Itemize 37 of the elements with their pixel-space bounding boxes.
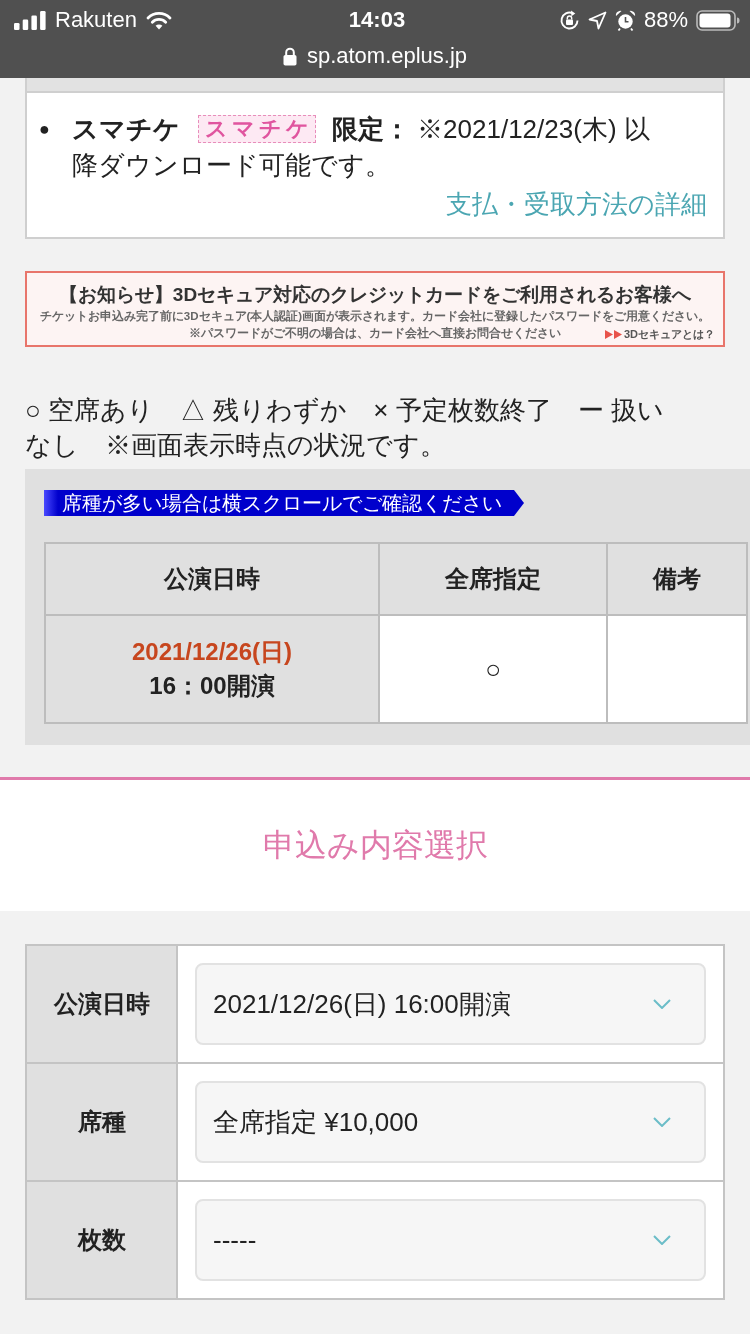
dropdown-field[interactable]: ----- bbox=[195, 1199, 706, 1281]
lock-icon bbox=[282, 46, 297, 66]
battery-percentage: 88% bbox=[643, 7, 688, 33]
availability-legend: ○ 空席あり △ 残りわずか × 予定枚数終了 ー 扱いなし ※画面表示時点の状況です。 bbox=[25, 393, 679, 463]
notice-text: チケットお申込み完了前に3Dセキュア(本人認証)画面が表示されます。カード会社に登録したパスワードをご用意ください。 bbox=[38, 308, 712, 325]
location-arrow-icon bbox=[587, 10, 607, 30]
field-label: 公演日時 bbox=[27, 946, 178, 1064]
field-label: 枚数 bbox=[27, 1182, 178, 1298]
performance-date: 2021/12/26(日) bbox=[130, 637, 294, 667]
chevron-down-icon bbox=[653, 1235, 671, 1245]
list-bullet: ● bbox=[39, 118, 50, 141]
seat-status-cell: ○ bbox=[379, 615, 607, 723]
chevron-down-icon bbox=[653, 999, 671, 1009]
page-url: sp.atom.eplus.jp bbox=[306, 43, 468, 69]
rotation-lock-icon bbox=[558, 9, 580, 31]
alarm-clock-icon bbox=[614, 9, 636, 31]
column-header: 公演日時 bbox=[45, 543, 379, 615]
column-header: 備考 bbox=[607, 543, 747, 615]
signal-bars-icon bbox=[14, 10, 46, 30]
column-header: 全席指定 bbox=[379, 543, 607, 615]
scroll-hint-banner: 席種が多い場合は横スクロールでご確認ください bbox=[44, 490, 524, 516]
dropdown-field[interactable]: 全席指定 ¥10,000 bbox=[195, 1081, 706, 1163]
dropdown-field[interactable]: 2021/12/26(日) 16:00開演 bbox=[195, 963, 706, 1045]
chevron-down-icon bbox=[653, 1117, 671, 1127]
performance-time: 16：00開演 bbox=[148, 671, 276, 701]
clock-time: 14:03 bbox=[348, 7, 406, 33]
double-triangle-icon bbox=[604, 330, 622, 339]
battery-icon bbox=[696, 9, 740, 31]
wifi-icon bbox=[145, 10, 172, 30]
carrier-name: Rakuten bbox=[55, 7, 137, 33]
notice-text: ※パスワードがご不明の場合は、カード会社へ直接お問合せください bbox=[189, 326, 561, 342]
notice-title: 【お知らせ】3Dセキュア対応のクレジットカードをご利用されるお客様へ bbox=[57, 283, 693, 307]
secure-info-link[interactable]: 3Dセキュアとは？ bbox=[604, 327, 715, 342]
field-label: 席種 bbox=[27, 1064, 178, 1182]
section-title: 申込み内容選択 bbox=[262, 825, 488, 865]
download-note: スマチケ スマチケ 限定： ※2021/12/23(木) 以降ダウンロード可能です。 bbox=[71, 113, 651, 182]
notice-banner[interactable]: 【お知らせ】3Dセキュア対応のクレジットカードをご利用されるお客様へ チケットお申込み完了前に3Dセキュア(本人認証)画面が表示されます。カード会社に登録したパスワードをご用意ください。 ※パスワードがご不明の場合は、カード会社へ直接お問合せください 3Dセキュアとは？ bbox=[25, 271, 725, 347]
